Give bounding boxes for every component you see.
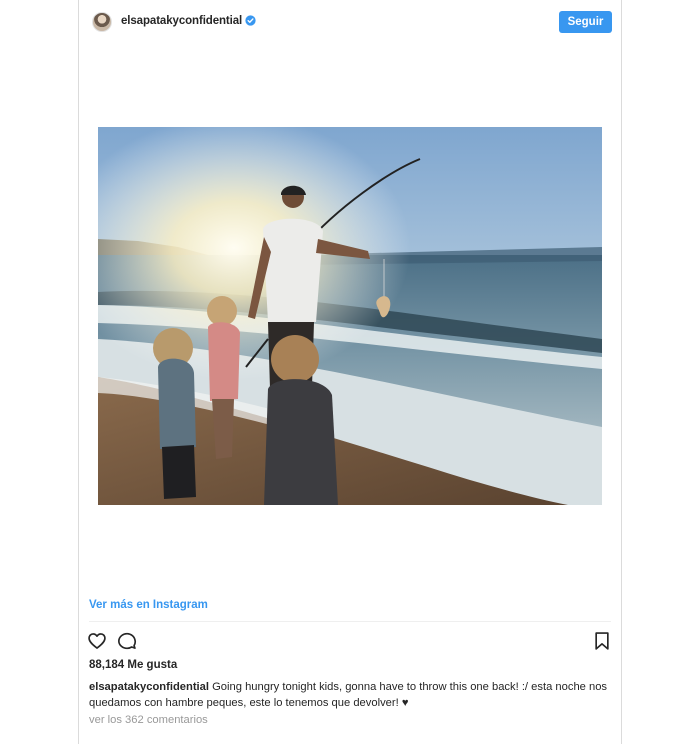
caption-username-link[interactable]: elsapatakyconfidential (89, 681, 209, 693)
username-link[interactable]: elsapatakyconfidential (121, 15, 242, 27)
verified-badge-icon (245, 15, 256, 26)
bookmark-icon[interactable] (593, 631, 611, 651)
avatar[interactable] (92, 12, 112, 32)
follow-button[interactable]: Seguir (559, 11, 612, 33)
heart-icon[interactable] (87, 631, 107, 651)
comment-bubble-icon[interactable] (117, 631, 137, 651)
post-photo[interactable] (98, 127, 602, 505)
likes-count[interactable]: 88,184 Me gusta (89, 659, 177, 671)
post-header: elsapatakyconfidential Seguir (79, 0, 621, 44)
post-caption: elsapatakyconfidential Going hungry toni… (89, 679, 611, 711)
divider (89, 621, 611, 622)
instagram-embed-card: elsapatakyconfidential Seguir Ver más en… (78, 0, 622, 744)
view-comments-link[interactable]: ver los 362 comentarios (89, 714, 208, 726)
see-more-instagram-link[interactable]: Ver más en Instagram (89, 599, 208, 611)
